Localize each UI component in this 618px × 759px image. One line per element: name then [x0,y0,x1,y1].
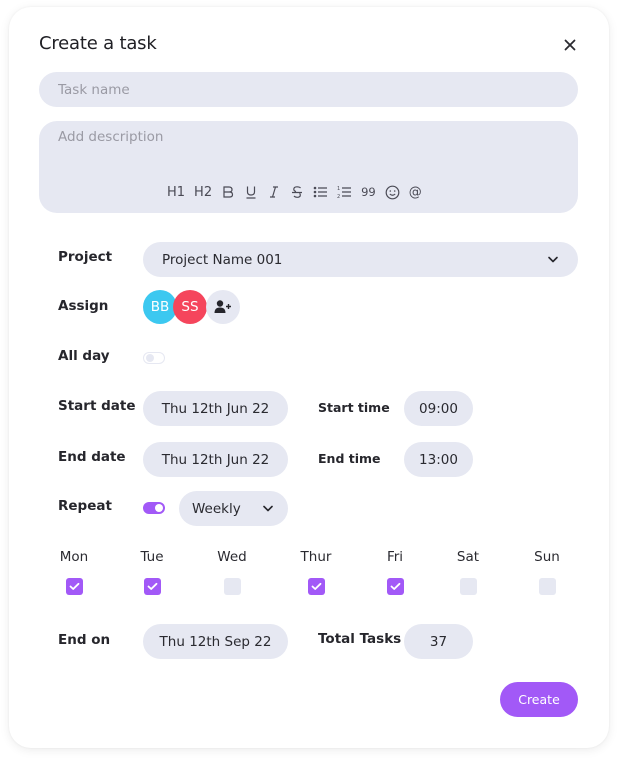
description-input[interactable] [58,129,558,169]
toggle-knob [145,354,154,362]
project-label: Project [58,249,113,265]
create-button[interactable]: Create [500,682,578,717]
close-button[interactable] [562,37,578,53]
end-time-field[interactable]: 13:00 [404,442,473,477]
start-date-field[interactable]: Thu 12th Jun 22 [143,391,288,426]
start-time-field[interactable]: 09:00 [404,391,473,426]
start-date-value: Thu 12th Jun 22 [161,400,270,417]
day-checkbox-fri[interactable] [386,578,404,595]
numbered-list-button[interactable]: 12 [337,183,352,201]
mention-icon: @ [408,184,422,200]
dialog-title: Create a task [39,33,157,54]
bullet-list-button[interactable] [313,183,328,201]
end-on-value: Thu 12th Sep 22 [159,633,272,650]
task-name-input[interactable] [39,72,578,107]
end-time-value: 13:00 [419,451,458,468]
repeat-toggle[interactable] [143,502,165,514]
strikethrough-icon [292,186,303,198]
emoji-icon [385,185,400,199]
day-label-mon: Mon [59,549,89,565]
repeat-frequency-value: Weekly [192,500,241,517]
all-day-toggle[interactable] [143,352,165,364]
quote-button[interactable]: 99 [361,183,376,201]
close-icon [564,39,576,51]
avatar-initials: BB [150,299,170,315]
add-user-icon [214,300,231,313]
assign-label: Assign [58,298,109,314]
project-select[interactable]: Project Name 001 [143,242,578,277]
day-label-sat: Sat [456,549,480,565]
repeat-label: Repeat [58,498,112,514]
day-label-fri: Fri [386,549,404,565]
bullet-list-icon [313,186,328,198]
chevron-down-icon [263,505,273,512]
end-time-label: End time [318,451,381,466]
end-date-label: End date [58,449,126,465]
numbered-list-icon: 12 [337,186,352,199]
day-label-thur: Thur [300,549,332,565]
create-task-dialog: Create a task H1 H2 12 [9,7,609,748]
mention-button[interactable]: @ [409,183,422,201]
day-checkbox-sun[interactable] [538,578,556,595]
emoji-button[interactable] [385,183,400,201]
day-label-wed: Wed [217,549,247,565]
checkmark-icon [69,582,79,590]
day-checkbox-sat[interactable] [459,578,477,595]
svg-text:1: 1 [337,186,340,192]
add-assignee-button[interactable] [206,290,240,324]
checkmark-icon [390,582,400,590]
chevron-down-icon [548,256,558,263]
heading-2-button[interactable]: H2 [194,183,212,201]
assignee-avatar[interactable]: SS [173,290,207,324]
total-tasks-field[interactable]: 37 [404,624,473,659]
heading-1-icon: H1 [167,184,186,200]
end-date-value: Thu 12th Jun 22 [161,451,270,468]
day-checkbox-mon[interactable] [65,578,83,595]
bold-icon [223,186,234,198]
end-on-label: End on [58,632,111,648]
underline-icon [246,186,256,199]
svg-text:2: 2 [337,194,340,199]
end-on-field[interactable]: Thu 12th Sep 22 [143,624,288,659]
day-label-sun: Sun [534,549,560,565]
assignee-avatar[interactable]: BB [143,290,177,324]
formatting-toolbar: H1 H2 12 99 @ [167,183,431,201]
italic-button[interactable] [267,183,281,201]
start-time-value: 09:00 [419,400,458,417]
all-day-label: All day [58,348,110,364]
bold-button[interactable] [221,183,235,201]
day-checkbox-wed[interactable] [223,578,241,595]
start-date-label: Start date [58,398,136,414]
description-editor: H1 H2 12 99 @ [39,121,578,213]
project-value: Project Name 001 [162,251,283,268]
quote-icon: 99 [361,185,376,199]
checkmark-icon [147,582,157,590]
checkmark-icon [311,582,321,590]
italic-icon [270,186,279,198]
total-tasks-label: Total Tasks [318,631,402,647]
heading-1-button[interactable]: H1 [167,183,185,201]
day-label-tue: Tue [140,549,164,565]
heading-2-icon: H2 [194,184,213,200]
toggle-knob [155,504,163,512]
strikethrough-button[interactable] [290,183,304,201]
avatar-initials: SS [181,299,199,315]
day-checkbox-tue[interactable] [143,578,161,595]
repeat-frequency-select[interactable]: Weekly [179,491,288,526]
total-tasks-value: 37 [429,633,448,650]
day-checkbox-thur[interactable] [307,578,325,595]
underline-button[interactable] [244,183,258,201]
start-time-label: Start time [318,400,390,415]
end-date-field[interactable]: Thu 12th Jun 22 [143,442,288,477]
